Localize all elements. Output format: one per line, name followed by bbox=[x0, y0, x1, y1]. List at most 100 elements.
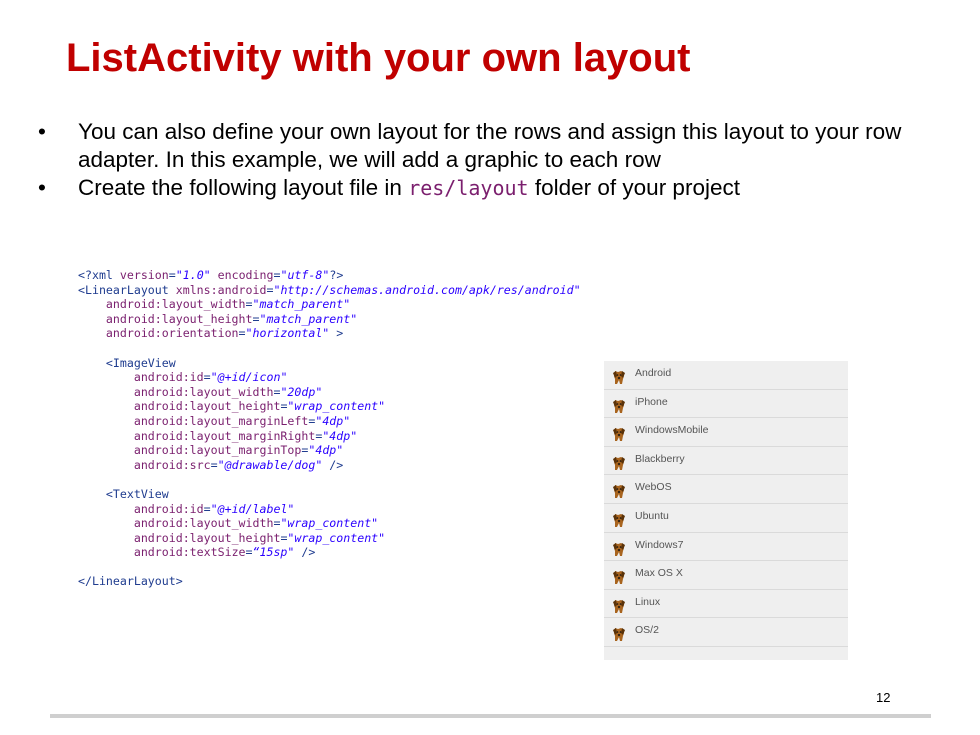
code-token: android:layout_marginTop bbox=[133, 443, 302, 458]
code-token: android:orientation bbox=[105, 326, 239, 341]
code-token: = bbox=[168, 268, 176, 282]
code-token: android:id bbox=[133, 501, 204, 516]
code-token: </LinearLayout> bbox=[78, 574, 183, 589]
dog-icon bbox=[612, 399, 626, 414]
slide-title: ListActivity with your own layout bbox=[66, 36, 691, 80]
code-token: "utf-8" bbox=[280, 268, 330, 282]
list-row-label: Windows7 bbox=[635, 538, 684, 551]
bullet-text: You can also define your own layout for … bbox=[78, 119, 902, 172]
bullet-marker: • bbox=[38, 119, 46, 144]
code-token: android:textSize bbox=[133, 545, 246, 560]
list-preview: Android iPhone WindowsMobile Blackberry WebO… bbox=[604, 361, 848, 660]
code-line: android:layout_marginRight="4dp" bbox=[78, 429, 357, 443]
code-token: <LinearLayout bbox=[78, 282, 176, 297]
code-line: android:layout_height="match_parent" bbox=[78, 312, 357, 326]
code-token: android:layout_width bbox=[133, 384, 274, 399]
list-row[interactable]: Max OS X bbox=[604, 561, 848, 590]
list-row[interactable]: iPhone bbox=[604, 390, 848, 419]
code-token: "@drawable/dog" bbox=[217, 457, 323, 472]
list-row[interactable]: Ubuntu bbox=[604, 504, 848, 533]
code-line: android:id="@+id/icon" bbox=[78, 370, 288, 385]
code-line: <?xml version="1.0" encoding="utf-8"?> bbox=[78, 268, 343, 282]
dog-icon bbox=[612, 484, 626, 499]
code-token: "1.0" bbox=[175, 268, 211, 282]
code-line: android:layout_width="match_parent" bbox=[78, 297, 350, 311]
bullet-item: • You can also define your own layout fo… bbox=[36, 118, 936, 174]
code-token: "4dp" bbox=[322, 428, 358, 443]
code-token: = bbox=[203, 501, 211, 516]
list-row[interactable]: WindowsMobile bbox=[604, 418, 848, 447]
code-token: android:src bbox=[133, 457, 211, 472]
bullet-marker: • bbox=[38, 175, 46, 200]
dog-icon bbox=[612, 427, 626, 442]
dog-icon bbox=[612, 627, 626, 642]
code-block: <?xml version="1.0" encoding="utf-8"?> <… bbox=[78, 268, 581, 589]
dog-icon bbox=[612, 570, 626, 585]
dog-icon bbox=[612, 542, 626, 557]
code-token: "wrap_content" bbox=[287, 399, 386, 414]
code-token: "wrap_content" bbox=[287, 530, 386, 545]
code-token: android:layout_width bbox=[133, 516, 274, 531]
code-token: xmlns:android bbox=[175, 282, 267, 297]
dog-icon bbox=[612, 370, 626, 385]
code-line: android:layout_height="wrap_content" bbox=[78, 399, 385, 413]
list-row[interactable]: Linux bbox=[604, 590, 848, 619]
bullet-text-before: Create the following layout file in bbox=[78, 175, 409, 200]
bullet-code-path: res/layout bbox=[408, 176, 529, 200]
list-row-label: WindowsMobile bbox=[635, 424, 709, 437]
code-line: </LinearLayout> bbox=[78, 574, 183, 588]
list-row-label: Max OS X bbox=[635, 567, 683, 580]
list-row[interactable]: Windows7 bbox=[604, 533, 848, 562]
code-token: = bbox=[245, 297, 253, 312]
code-token: android:layout_height bbox=[105, 311, 253, 326]
code-token: "4dp" bbox=[315, 413, 351, 428]
code-line: android:layout_width="wrap_content" bbox=[78, 516, 378, 530]
list-row-label: WebOS bbox=[635, 481, 672, 494]
list-row[interactable]: WebOS bbox=[604, 475, 848, 504]
dog-icon bbox=[612, 513, 626, 528]
code-line: android:layout_marginTop="4dp" bbox=[78, 443, 343, 457]
code-line: android:layout_height="wrap_content" bbox=[78, 531, 385, 545]
code-token: = bbox=[203, 370, 211, 385]
code-token: android:layout_marginRight bbox=[133, 428, 316, 443]
code-token: "wrap_content" bbox=[280, 516, 379, 531]
code-line: <TextView bbox=[78, 487, 169, 501]
code-token: = bbox=[252, 311, 260, 326]
code-token: = bbox=[245, 545, 253, 560]
footer-rule bbox=[50, 714, 931, 718]
code-token: <?xml bbox=[78, 268, 120, 282]
code-line: android:orientation="horizontal" > bbox=[78, 326, 343, 340]
list-row[interactable]: OS/2 bbox=[604, 618, 848, 647]
list-row-label: Ubuntu bbox=[635, 510, 669, 522]
bullet-text-after: folder of your project bbox=[528, 175, 740, 200]
code-token: <TextView bbox=[78, 486, 169, 501]
code-token: <ImageView bbox=[78, 355, 176, 370]
code-token: = bbox=[210, 457, 218, 472]
code-token: "20dp" bbox=[280, 384, 323, 399]
list-row[interactable]: Blackberry bbox=[604, 447, 848, 476]
code-line: <ImageView bbox=[78, 356, 176, 370]
bullet-item: • Create the following layout file in re… bbox=[36, 174, 936, 202]
code-token: "4dp" bbox=[308, 443, 344, 458]
list-row-label: Android bbox=[635, 367, 672, 379]
list-row-label: Linux bbox=[635, 595, 661, 608]
code-token: "match_parent" bbox=[252, 297, 351, 312]
code-line: android:src="@drawable/dog" /> bbox=[78, 458, 343, 472]
code-token: /> bbox=[294, 545, 316, 560]
code-token: /> bbox=[322, 457, 344, 472]
code-line: android:textSize=“15sp" /> bbox=[78, 545, 316, 560]
code-token: android:layout_marginLeft bbox=[133, 413, 309, 428]
dog-icon bbox=[612, 599, 626, 614]
code-token: version bbox=[119, 268, 169, 282]
list-row[interactable]: Android bbox=[604, 361, 848, 390]
code-token: "@+id/icon" bbox=[210, 370, 288, 385]
